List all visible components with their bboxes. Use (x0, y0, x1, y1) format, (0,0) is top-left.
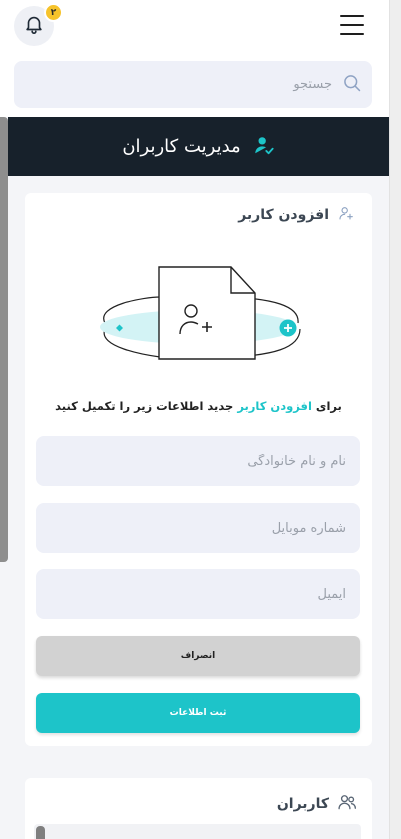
users-card: کاربران (25, 778, 372, 839)
email-field[interactable] (36, 569, 360, 619)
hamburger-line (340, 24, 364, 26)
full-name-field[interactable] (36, 436, 360, 486)
search-input[interactable] (52, 77, 332, 92)
users-icon (329, 792, 357, 816)
cancel-button[interactable]: انصراف (36, 636, 360, 676)
users-table-scroll-track[interactable] (34, 824, 361, 839)
hamburger-line (340, 33, 364, 35)
page-title: مدیریت کاربران (122, 136, 241, 157)
bell-icon (23, 13, 45, 39)
instruction-text-end: جدید اطلاعات زیر را تکمیل کنید (55, 399, 238, 413)
users-card-title: کاربران (276, 796, 329, 812)
page-header: مدیریت کاربران (8, 117, 389, 176)
user-plus-icon (329, 205, 354, 225)
users-table-scroll-thumb[interactable] (36, 826, 45, 839)
instruction-accent: افزودن کاربر (237, 399, 312, 413)
search-bar[interactable] (14, 61, 372, 108)
add-user-illustration (85, 265, 310, 365)
instruction-text-start: برای (311, 399, 342, 413)
add-user-card-title: افزودن کاربر (238, 207, 329, 223)
add-user-card-header: افزودن کاربر (238, 205, 354, 225)
add-user-card: افزودن کاربر برای افزودن کاربر جدید اطلا… (25, 193, 372, 746)
search-icon[interactable] (342, 73, 362, 97)
notification-badge: ۲ (44, 3, 63, 22)
add-user-instruction: برای افزودن کاربر جدید اطلاعات زیر را تک… (25, 399, 372, 413)
mobile-number-field[interactable] (36, 503, 360, 553)
left-scrollbar-thumb[interactable] (0, 117, 8, 562)
users-card-header: کاربران (277, 792, 357, 816)
top-bar: ۲ (0, 0, 389, 117)
hamburger-menu-button[interactable] (340, 15, 364, 35)
submit-button[interactable]: ثبت اطلاعات (36, 693, 360, 733)
user-check-icon (241, 134, 275, 160)
hamburger-menu-icon (340, 15, 364, 17)
page-scrollbar-track[interactable] (389, 0, 401, 839)
